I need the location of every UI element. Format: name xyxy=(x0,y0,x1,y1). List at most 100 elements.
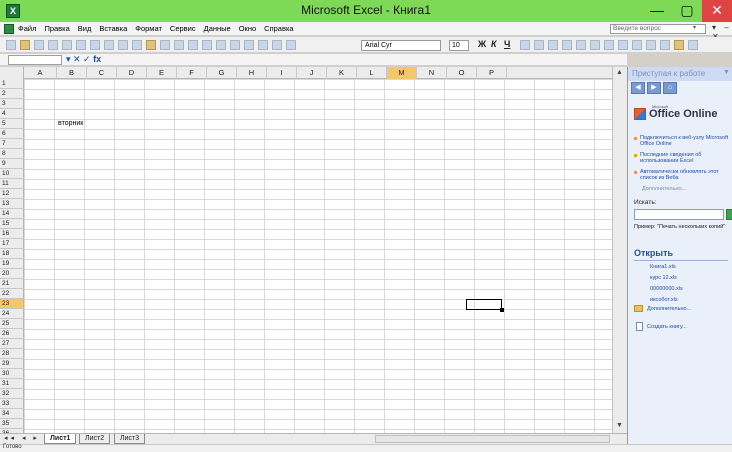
column-header-o[interactable]: O xyxy=(447,67,477,79)
ask-dropdown-icon[interactable]: ▾ xyxy=(693,24,696,31)
link-auto-update[interactable]: Автоматически обновлять этот список из В… xyxy=(634,169,730,181)
row-header-30[interactable]: 30 xyxy=(0,369,24,379)
workbook-icon[interactable] xyxy=(4,24,14,34)
column-header-p[interactable]: P xyxy=(477,67,507,79)
research-icon[interactable] xyxy=(104,40,114,50)
column-header-n[interactable]: N xyxy=(417,67,447,79)
sheet-tab-2[interactable]: Лист2 xyxy=(79,434,111,444)
column-header-f[interactable]: F xyxy=(177,67,207,79)
create-workbook-row[interactable]: Создать книгу... xyxy=(636,322,687,331)
row-header-31[interactable]: 31 xyxy=(0,379,24,389)
currency-icon[interactable] xyxy=(576,40,586,50)
row-header-12[interactable]: 12 xyxy=(0,189,24,199)
column-header-i[interactable]: I xyxy=(267,67,297,79)
task-pane-dropdown-icon[interactable]: ▼ xyxy=(723,69,730,76)
sort-asc-icon[interactable] xyxy=(230,40,240,50)
row-header-5[interactable]: 5 xyxy=(0,119,24,129)
open-icon[interactable] xyxy=(20,40,30,50)
print-icon[interactable] xyxy=(62,40,72,50)
row-header-29[interactable]: 29 xyxy=(0,359,24,369)
row-header-1[interactable]: 1 xyxy=(0,79,24,89)
menu-insert[interactable]: Вставка xyxy=(99,24,127,33)
row-header-32[interactable]: 32 xyxy=(0,389,24,399)
row-header-24[interactable]: 24 xyxy=(0,309,24,319)
row-header-20[interactable]: 20 xyxy=(0,269,24,279)
font-color-icon[interactable] xyxy=(688,40,698,50)
save-icon[interactable] xyxy=(34,40,44,50)
row-header-17[interactable]: 17 xyxy=(0,239,24,249)
recent-file-1[interactable]: Книга1.xls xyxy=(650,264,683,270)
row-header-28[interactable]: 28 xyxy=(0,349,24,359)
italic-button[interactable]: К xyxy=(491,39,497,49)
sheet-tab-3[interactable]: Лист3 xyxy=(114,434,146,444)
name-box[interactable] xyxy=(8,55,62,65)
format-painter-icon[interactable] xyxy=(160,40,170,50)
underline-button[interactable]: Ч xyxy=(504,39,510,49)
chart-wizard-icon[interactable] xyxy=(258,40,268,50)
row-header-25[interactable]: 25 xyxy=(0,319,24,329)
column-header-b[interactable]: B xyxy=(57,67,87,79)
thousands-icon[interactable] xyxy=(604,40,614,50)
fill-color-icon[interactable] xyxy=(674,40,684,50)
horizontal-scrollbar[interactable] xyxy=(375,435,610,443)
drawing-icon[interactable] xyxy=(272,40,282,50)
row-header-16[interactable]: 16 xyxy=(0,229,24,239)
menu-view[interactable]: Вид xyxy=(78,24,92,33)
select-all-corner[interactable] xyxy=(0,67,24,79)
column-header-l[interactable]: L xyxy=(357,67,387,79)
align-center-icon[interactable] xyxy=(534,40,544,50)
active-cell-m23[interactable] xyxy=(466,299,504,312)
preview-icon[interactable] xyxy=(76,40,86,50)
row-header-26[interactable]: 26 xyxy=(0,329,24,339)
task-pane-header[interactable]: Приступая к работе ▼ xyxy=(628,67,732,81)
row-header-34[interactable]: 34 xyxy=(0,409,24,419)
row-header-8[interactable]: 8 xyxy=(0,149,24,159)
recent-file-2[interactable]: курс 12.xls xyxy=(650,275,683,281)
cell-b5[interactable]: вторник xyxy=(58,120,83,127)
increase-decimal-icon[interactable] xyxy=(618,40,628,50)
undo-icon[interactable] xyxy=(174,40,184,50)
recent-file-4[interactable]: иксобот.xls xyxy=(650,297,683,303)
row-header-23[interactable]: 23 xyxy=(0,299,24,309)
search-input[interactable] xyxy=(634,209,724,220)
spelling-icon[interactable] xyxy=(90,40,100,50)
formula-controls[interactable]: ▾ ✕ ✓ fx xyxy=(66,54,101,65)
column-header-c[interactable]: C xyxy=(87,67,117,79)
row-header-10[interactable]: 10 xyxy=(0,169,24,179)
office-online-logo[interactable]: Microsoft Office Online xyxy=(634,104,717,121)
bold-button[interactable]: Ж xyxy=(478,39,486,49)
percent-icon[interactable] xyxy=(590,40,600,50)
column-header-g[interactable]: G xyxy=(207,67,237,79)
link-more[interactable]: Дополнительно... xyxy=(642,186,730,192)
autosum-icon[interactable] xyxy=(216,40,226,50)
align-right-icon[interactable] xyxy=(548,40,558,50)
redo-icon[interactable] xyxy=(188,40,198,50)
link-latest[interactable]: Последние сведения об использовании Exce… xyxy=(634,152,730,164)
link-connect[interactable]: Подключиться к веб-узлу Microsoft Office… xyxy=(634,135,730,147)
row-header-11[interactable]: 11 xyxy=(0,179,24,189)
scroll-down-icon[interactable]: ▼ xyxy=(616,422,623,429)
row-header-15[interactable]: 15 xyxy=(0,219,24,229)
column-header-e[interactable]: E xyxy=(147,67,177,79)
vertical-scrollbar[interactable]: ▲ ▼ xyxy=(612,67,627,433)
row-header-35[interactable]: 35 xyxy=(0,419,24,429)
cell-area[interactable]: вторник xyxy=(24,79,612,433)
row-header-18[interactable]: 18 xyxy=(0,249,24,259)
paste-icon[interactable] xyxy=(146,40,156,50)
menu-help[interactable]: Справка xyxy=(264,24,293,33)
hyperlink-icon[interactable] xyxy=(202,40,212,50)
row-header-4[interactable]: 4 xyxy=(0,109,24,119)
indent-icon[interactable] xyxy=(646,40,656,50)
search-go-button[interactable] xyxy=(726,209,732,220)
menu-tools[interactable]: Сервис xyxy=(170,24,196,33)
column-header-a[interactable]: A xyxy=(24,67,57,79)
row-header-19[interactable]: 19 xyxy=(0,259,24,269)
menu-format[interactable]: Формат xyxy=(135,24,162,33)
home-icon[interactable]: ⌂ xyxy=(663,82,677,94)
new-icon[interactable] xyxy=(6,40,16,50)
decrease-decimal-icon[interactable] xyxy=(632,40,642,50)
font-name-select[interactable]: Arial Cyr xyxy=(361,40,441,51)
sheet-tab-1[interactable]: Лист1 xyxy=(44,434,77,444)
row-header-6[interactable]: 6 xyxy=(0,129,24,139)
close-button[interactable]: ✕ xyxy=(702,0,732,22)
